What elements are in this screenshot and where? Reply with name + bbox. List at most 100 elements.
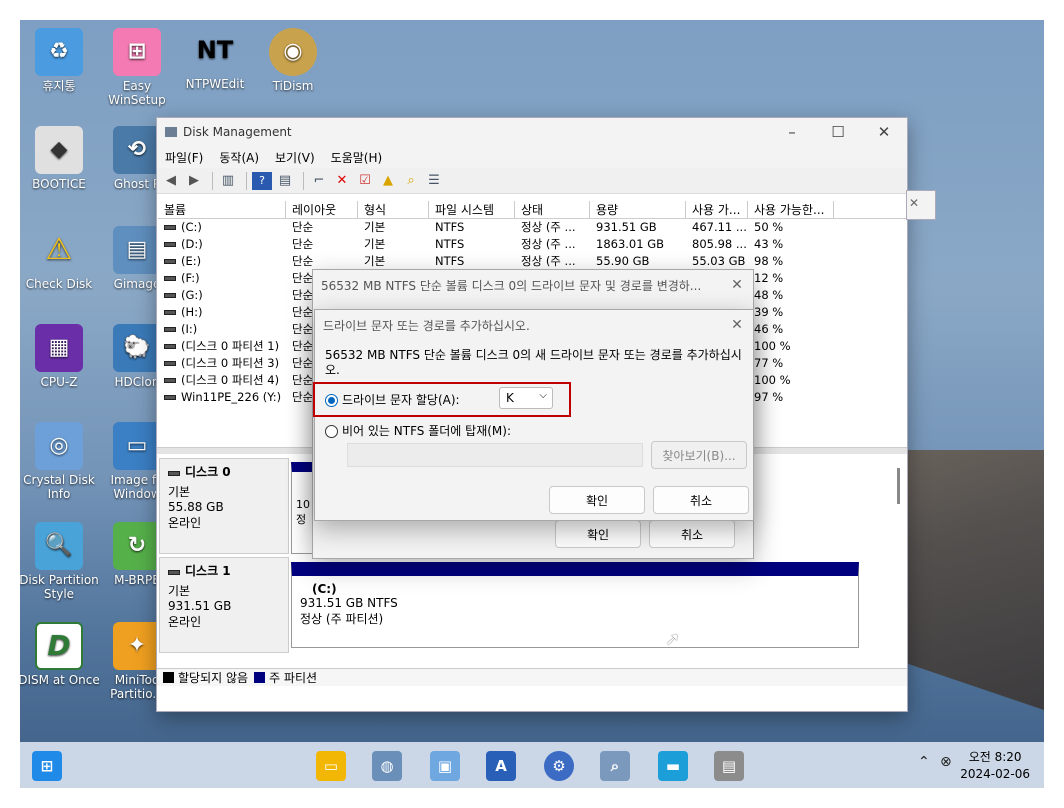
- volume-name: (디스크 0 파티션 3): [181, 356, 280, 370]
- volume-icon: [164, 327, 176, 332]
- search-folder-icon[interactable]: ⌕: [401, 172, 421, 190]
- change-dialog-ok-button[interactable]: 확인: [555, 520, 641, 548]
- column-header-volume[interactable]: 볼륨: [158, 201, 286, 218]
- desktop-icon-label: NTPWEdit: [185, 77, 245, 91]
- check-icon[interactable]: ☑: [355, 172, 375, 190]
- delete-icon[interactable]: ✕: [332, 172, 352, 190]
- desktop-icon-dism-at-once[interactable]: D DISM at Once: [20, 622, 100, 687]
- volume-row[interactable]: (C:) 단순 기본 NTFS 정상 (주 ... 931.51 GB 467.11 ...…: [158, 219, 906, 236]
- taskbar-window-icon[interactable]: ▣: [430, 751, 460, 781]
- desktop-icon-label: Ghost P: [113, 177, 161, 191]
- network-off-icon[interactable]: ⊗: [940, 754, 952, 770]
- drive-letter-select[interactable]: K ⌵: [499, 387, 553, 409]
- column-header-status[interactable]: 상태: [515, 201, 590, 218]
- chevron-up-icon[interactable]: ⌃: [918, 754, 930, 770]
- menu-view[interactable]: 보기(V): [267, 149, 323, 166]
- taskbar-disk-icon[interactable]: ▤: [714, 751, 744, 781]
- close-button[interactable]: ✕: [861, 118, 907, 146]
- close-icon[interactable]: ✕: [909, 196, 919, 210]
- desktop-icon-crystal-disk-info[interactable]: ◎ Crystal Disk Info: [20, 422, 100, 501]
- menu-action[interactable]: 동작(A): [211, 149, 267, 166]
- column-header-type[interactable]: 형식: [358, 201, 429, 218]
- volume-fs-cell: NTFS: [435, 220, 465, 234]
- check-disk-icon: ⚠: [45, 232, 73, 267]
- taskbar-a-icon[interactable]: A: [486, 751, 516, 781]
- taskbar-app-icon[interactable]: ◍: [372, 751, 402, 781]
- column-header-capacity[interactable]: 용량: [590, 201, 686, 218]
- radio-selected-icon[interactable]: [325, 394, 338, 407]
- desktop-icon-ntpwedit[interactable]: NT NTPWEdit: [174, 26, 256, 91]
- volume-capacity-cell: 55.90 GB: [596, 254, 650, 268]
- back-arrow-icon[interactable]: ◀: [161, 172, 181, 190]
- vertical-scrollbar-thumb[interactable]: [897, 468, 900, 504]
- toolbar: ◀ ▶ ▥ ? ▤ ⌐ ✕ ☑ ▲ ⌕ ☰: [157, 168, 907, 194]
- column-header-free-space[interactable]: 사용 가...: [686, 201, 748, 218]
- volume-pct-cell: 46 %: [754, 322, 784, 336]
- minimize-button[interactable]: –: [769, 118, 815, 146]
- desktop-icon-tidism[interactable]: ◉ TiDism: [252, 28, 334, 93]
- desktop: ♻ 휴지통 ⊞ Easy WinSetup NT NTPWEdit ◉ TiDi…: [20, 20, 1044, 788]
- desktop-icon-cpu-z[interactable]: ▦ CPU-Z: [20, 324, 100, 389]
- column-header-layout[interactable]: 레이아웃: [286, 201, 358, 218]
- disk-icon: [168, 471, 180, 476]
- volume-pct-cell: 100 %: [754, 373, 791, 387]
- column-header-filesystem[interactable]: 파일 시스템: [429, 201, 515, 218]
- forward-arrow-icon[interactable]: ▶: [184, 172, 204, 190]
- volume-row[interactable]: (E:) 단순 기본 NTFS 정상 (주 ... 55.90 GB 55.03 GB 98 …: [158, 253, 906, 270]
- volume-name-cell: (H:): [158, 304, 286, 321]
- column-header-percent-free[interactable]: 사용 가능한...: [748, 201, 834, 218]
- desktop-icon-bootice[interactable]: ◆ BOOTICE: [20, 126, 100, 191]
- desktop-icon-easy-winsetup[interactable]: ⊞ Easy WinSetup: [96, 28, 178, 107]
- volume-row[interactable]: (D:) 단순 기본 NTFS 정상 (주 ... 1863.01 GB 805.98 ..…: [158, 236, 906, 253]
- connect-icon[interactable]: ⌐: [309, 172, 329, 190]
- disk-management-app-icon: [165, 127, 177, 137]
- mount-folder-option[interactable]: 비어 있는 NTFS 폴더에 탑재(M):: [325, 422, 511, 439]
- add-dialog-ok-button[interactable]: 확인: [549, 486, 645, 514]
- console-tree-icon[interactable]: ▥: [218, 172, 238, 190]
- volume-pct-cell: 50 %: [754, 220, 784, 234]
- desktop-icon-label: TiDism: [272, 79, 314, 93]
- help-icon[interactable]: ?: [252, 171, 272, 190]
- volume-icon: [164, 344, 176, 349]
- list-view-icon[interactable]: ☰: [424, 172, 444, 190]
- add-dialog-close-button[interactable]: ✕: [725, 314, 749, 336]
- desktop-icon-disk-partition-style[interactable]: 🔍 Disk Partition Style: [20, 522, 100, 601]
- radio-unselected-icon[interactable]: [325, 425, 338, 438]
- volume-icon: [164, 395, 176, 400]
- mount-folder-path-input[interactable]: [347, 443, 643, 467]
- mount-option-label: 비어 있는 NTFS 폴더에 탑재(M):: [342, 424, 511, 438]
- assign-drive-letter-option[interactable]: 드라이브 문자 할당(A):: [325, 391, 460, 408]
- volume-name-cell: Win11PE_226 (Y:): [158, 389, 286, 406]
- start-button-icon[interactable]: ⊞: [32, 751, 62, 781]
- recycle-bin-icon: ♻: [35, 28, 83, 76]
- menu-file[interactable]: 파일(F): [157, 149, 211, 166]
- browse-button[interactable]: 찾아보기(B)...: [651, 441, 747, 469]
- volume-icon: [164, 378, 176, 383]
- taskbar-monitor-icon[interactable]: ▬: [658, 751, 688, 781]
- disk0-info[interactable]: 디스크 0 기본 55.88 GB 온라인: [159, 458, 289, 554]
- desktop-icon-check-disk[interactable]: ⚠ Check Disk: [20, 226, 100, 292]
- tidism-icon: ◉: [269, 28, 317, 76]
- file-explorer-icon[interactable]: ▭: [316, 751, 346, 781]
- disk1-info[interactable]: 디스크 1 기본 931.51 GB 온라인: [159, 557, 289, 653]
- menu-help[interactable]: 도움말(H): [323, 149, 391, 166]
- add-dialog-cancel-button[interactable]: 취소: [653, 486, 749, 514]
- properties-icon[interactable]: ▤: [275, 172, 295, 190]
- taskbar-clock[interactable]: 오전 8:20 2024-02-06: [960, 749, 1030, 783]
- volume-status-cell: 정상 (주 ...: [521, 237, 576, 251]
- desktop-icon-recycle-bin[interactable]: ♻ 휴지통: [20, 28, 100, 93]
- change-dialog-title: 56532 MB NTFS 단순 볼륨 디스크 0의 드라이브 문자 및 경로를…: [321, 278, 702, 293]
- taskbar-search-icon[interactable]: ⌕: [600, 751, 630, 781]
- taskbar-gear-icon[interactable]: ⚙: [544, 751, 574, 781]
- change-dialog-close-button[interactable]: ✕: [725, 274, 749, 296]
- add-dialog-title: 드라이브 문자 또는 경로를 추가하십시오.: [323, 318, 530, 333]
- change-dialog-cancel-button[interactable]: 취소: [649, 520, 735, 548]
- open-folder-icon[interactable]: ▲: [378, 172, 398, 190]
- volume-name: (I:): [181, 322, 198, 336]
- desktop-icon-label: BOOTICE: [32, 177, 86, 191]
- disk0-name: 디스크 0: [185, 465, 231, 479]
- maximize-button[interactable]: ☐: [815, 118, 861, 146]
- disk1-partition-c[interactable]: (C:) 931.51 GB NTFS 정상 (주 파티션): [291, 562, 859, 648]
- volume-name-cell: (디스크 0 파티션 4): [158, 372, 286, 389]
- hdclone-icon: 🐑: [113, 324, 161, 372]
